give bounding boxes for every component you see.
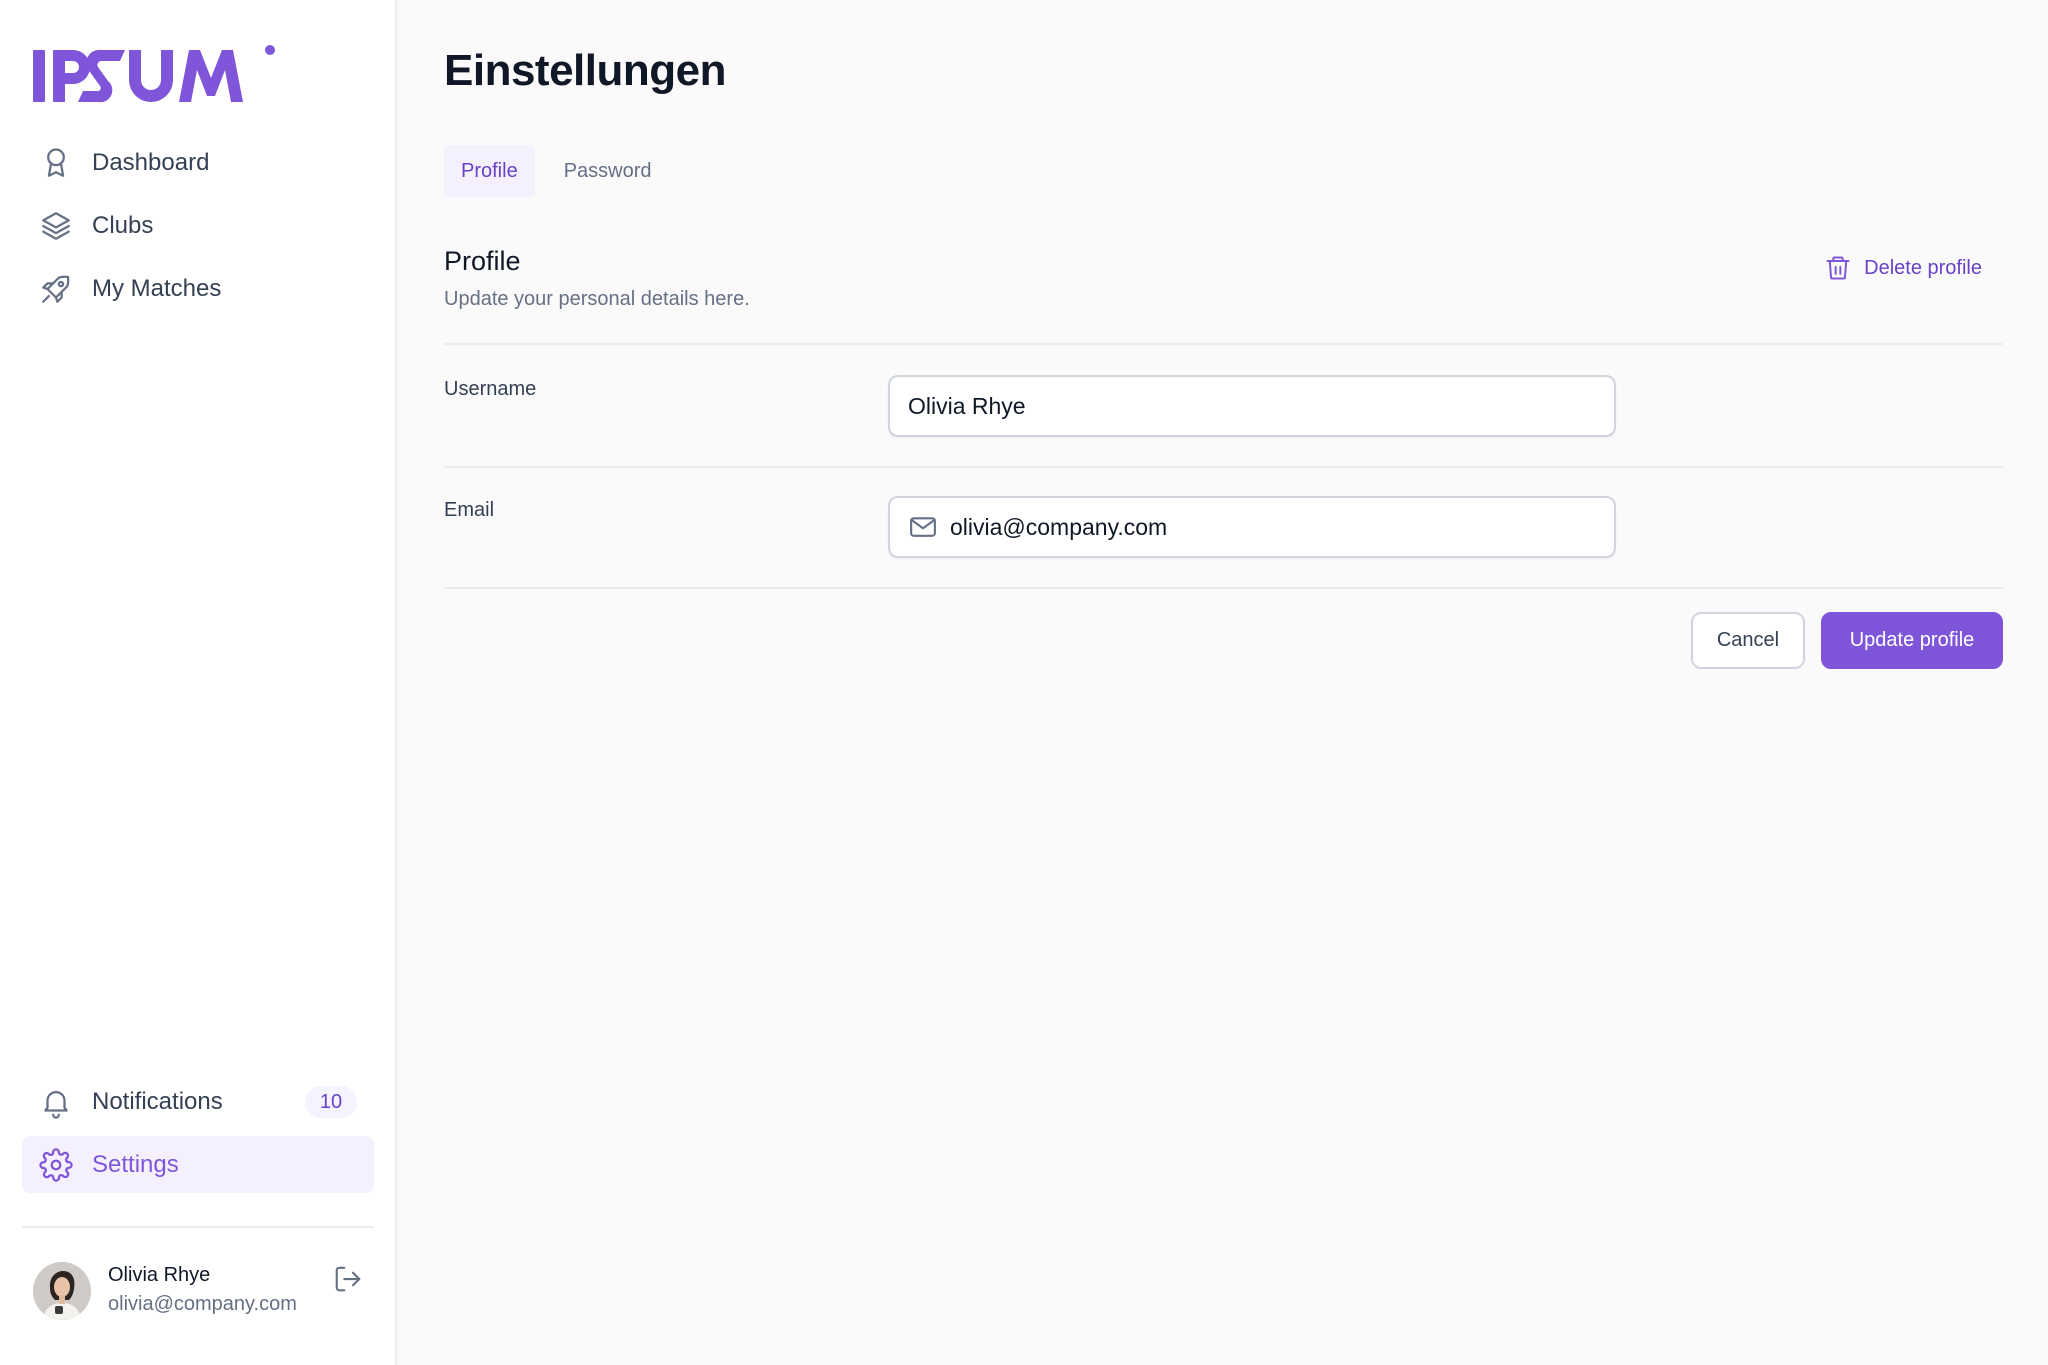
trash-icon [1826,256,1850,280]
sidebar-item-notifications[interactable]: Notifications 10 [22,1073,374,1130]
gear-icon [39,1147,73,1182]
section-title: Profile [444,246,521,276]
bell-icon [39,1085,73,1119]
sidebar-item-clubs[interactable]: Clubs [22,197,374,254]
logout-icon[interactable] [333,1264,363,1294]
username-label: Username [444,378,537,400]
cancel-button[interactable]: Cancel [1691,612,1805,669]
profile-section-header: Profile Update your personal details her… [444,246,2004,326]
tab-password[interactable]: Password [547,145,669,197]
username-field[interactable] [888,375,1616,437]
settings-tabs: Profile Password [444,145,669,197]
sidebar-item-settings[interactable]: Settings [22,1136,374,1193]
divider [444,343,2003,345]
secondary-nav: Notifications 10 Settings [22,1073,374,1199]
mail-icon [910,517,936,537]
app-window: Dashboard Clubs My Matches Notifications… [0,0,2048,1365]
email-field[interactable] [888,496,1616,558]
notification-count-badge: 10 [305,1086,357,1118]
account-email: olivia@company.com [108,1293,297,1315]
award-icon [39,146,73,180]
sidebar-divider [22,1226,374,1228]
email-input[interactable] [950,513,1596,541]
sidebar-item-label: My Matches [92,274,222,302]
sidebar-item-label: Settings [92,1150,179,1178]
delete-profile-button[interactable]: Delete profile [1824,254,1982,282]
page-title: Einstellungen [444,46,726,95]
sidebar: Dashboard Clubs My Matches Notifications… [0,0,397,1365]
username-input[interactable] [908,392,1596,420]
layers-icon [39,209,73,243]
account-card: Olivia Rhye olivia@company.com [33,1262,373,1322]
sidebar-item-dashboard[interactable]: Dashboard [22,134,374,191]
tab-profile[interactable]: Profile [444,145,535,197]
sidebar-item-my-matches[interactable]: My Matches [22,260,374,317]
delete-profile-label: Delete profile [1864,256,1982,279]
update-profile-button[interactable]: Update profile [1821,612,2003,669]
avatar[interactable] [33,1262,91,1320]
sidebar-item-label: Notifications [92,1087,223,1115]
email-label: Email [444,499,495,521]
sidebar-item-label: Dashboard [92,148,210,176]
divider [444,466,2003,468]
ipsum-logo[interactable] [33,44,278,106]
rocket-icon [39,272,73,306]
sidebar-item-label: Clubs [92,211,154,239]
account-name: Olivia Rhye [108,1264,211,1286]
section-subtitle: Update your personal details here. [444,288,750,310]
main-nav: Dashboard Clubs My Matches [22,134,374,323]
divider [444,587,2003,589]
